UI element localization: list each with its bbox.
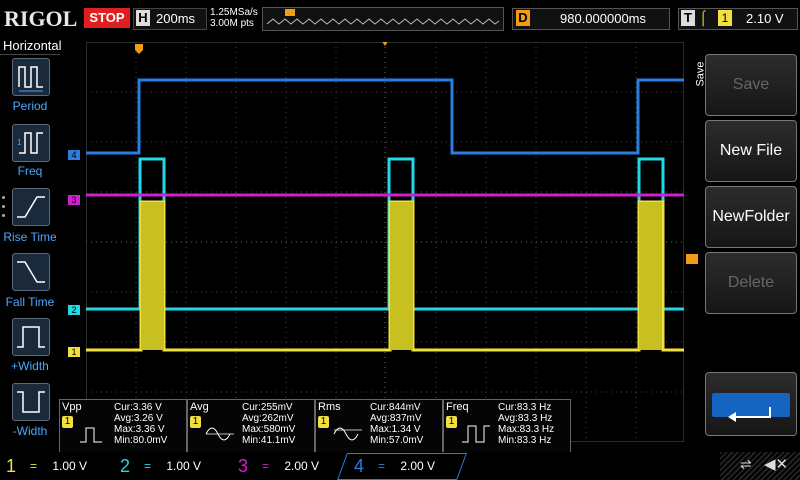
timebase-value: 200ms [156,11,196,26]
memory-depth: 3.00M pts [210,18,254,29]
rms-icon [333,427,362,441]
delete-button[interactable]: Delete [705,252,797,314]
memory-waveform-thumbnail [266,9,500,25]
measurement-name: Vpp [62,401,82,413]
trigger-label: T [681,10,695,26]
memory-overview-bar[interactable] [262,7,504,31]
rise-time-label: Rise Time [3,230,57,244]
fall-time-button[interactable] [12,253,50,291]
period-label: Period [12,99,48,113]
freq-button[interactable]: 1 [12,124,50,162]
measurement-channel: 1 [318,416,329,428]
vpp-icon [80,427,102,443]
waveform-display[interactable] [86,42,684,442]
ch1-scale[interactable]: = 1.00 V [30,453,110,479]
ch1-number[interactable]: 1 [6,454,16,478]
rise-time-icon [17,196,45,218]
freq-measure-icon [462,425,490,443]
trigger-position-marker [285,9,295,16]
negative-width-icon [17,391,45,413]
enter-button[interactable] [705,372,797,436]
ch4-offset-marker[interactable]: 4 [68,150,80,160]
positive-width-icon [17,326,45,348]
positive-width-label: +Width [11,359,49,373]
ch3-scale[interactable]: = 2.00 V [262,453,342,479]
fall-time-icon [17,261,45,283]
save-button[interactable]: Save [705,54,797,116]
avg-icon [205,427,234,441]
ch3-offset-marker[interactable]: 3 [68,195,80,205]
measurement-avg[interactable]: Avg 1 Cur:255mV Avg:262mV Max:580mV Min:… [187,399,315,453]
trigger-level: 2.10 V [746,11,784,26]
left-panel-divider [0,54,60,55]
delay-value: 980.000000ms [560,11,647,26]
new-file-button[interactable]: New File [705,120,797,182]
ch3-number[interactable]: 3 [238,454,248,478]
ch4-scale[interactable]: = 2.00 V [378,453,458,479]
svg-text:1: 1 [17,138,22,147]
measurement-channel: 1 [190,416,201,428]
rising-edge-icon: ⌠ [699,9,708,25]
measurement-name: Avg [190,401,209,413]
timebase-label: H [136,10,150,26]
fall-time-label: Fall Time [5,295,55,309]
measurement-channel: 1 [446,416,457,428]
dc-coupling-icon: = [262,459,270,473]
delay-label: D [516,10,530,26]
rise-time-button[interactable] [12,188,50,226]
negative-width-label: -Width [12,424,48,438]
freq-label: Freq [17,164,43,178]
run-stop-status[interactable]: STOP [84,8,130,28]
ch2-number[interactable]: 2 [120,454,130,478]
scroll-dots [2,196,6,226]
speaker-mute-icon[interactable]: ◀✕ [764,455,788,473]
measurement-freq[interactable]: Freq 1 Cur:83.3 Hz Avg:83.3 Hz Max:83.3 … [443,399,571,453]
period-icon [18,66,43,92]
measurement-vpp[interactable]: Vpp 1 Cur:3.36 V Avg:3.26 V Max:3.36 V M… [59,399,187,453]
ch2-offset-marker[interactable]: 2 [68,305,80,315]
rigol-logo: RIGOL [4,6,78,31]
ch4-number[interactable]: 4 [354,454,364,478]
measurement-name: Freq [446,401,469,413]
measurement-rms[interactable]: Rms 1 Cur:844mV Avg:837mV Max:1.34 V Min… [315,399,443,453]
new-folder-button[interactable]: NewFolder [705,186,797,248]
ch1-burst-2 [390,202,413,350]
freq-icon: 1 [17,132,43,154]
period-button[interactable] [12,58,50,96]
dc-coupling-icon: = [144,459,152,473]
ch2-scale[interactable]: = 1.00 V [144,453,224,479]
usb-icon: ⇌ [740,456,752,472]
dc-coupling-icon: = [30,459,38,473]
enter-return-icon [712,393,790,422]
measurement-name: Rms [318,401,341,413]
sample-rate: 1.25MSa/s [210,7,258,18]
dc-coupling-icon: = [378,459,386,473]
trigger-level-marker[interactable] [686,254,698,264]
ch1-burst-1 [141,202,164,350]
trigger-source: 1 [718,10,732,26]
positive-width-button[interactable] [12,318,50,356]
ch1-burst-3 [639,202,662,350]
measurement-channel: 1 [62,416,73,428]
acquisition-info: 1.25MSa/s 3.00M pts [210,7,258,29]
negative-width-button[interactable] [12,383,50,421]
ch1-offset-marker[interactable]: 1 [68,347,80,357]
horizontal-menu-title: Horizontal [3,38,62,53]
